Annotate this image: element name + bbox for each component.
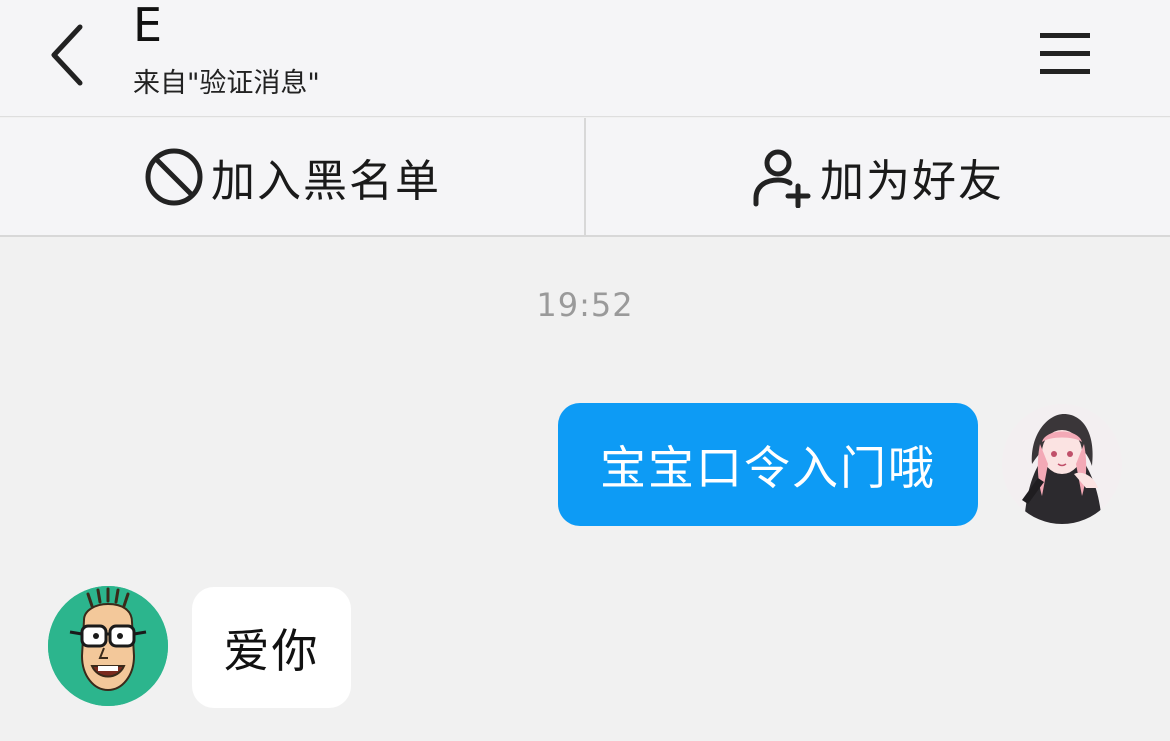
back-button[interactable]: [36, 20, 96, 90]
chat-screen: E 来自"验证消息" 加入黑名单 加为好友 19:52 宝宝口令入门哦 爱你: [0, 0, 1170, 741]
hamburger-menu-icon: [1040, 33, 1090, 74]
contact-avatar[interactable]: [48, 586, 168, 706]
add-friend-button-label: 加为好友: [820, 155, 1004, 207]
add-friend-button[interactable]: 加为好友: [586, 118, 1170, 235]
block-icon: [145, 148, 203, 205]
chevron-left-icon: [51, 24, 83, 86]
anime-avatar-image: [1002, 404, 1122, 524]
cartoon-face-avatar-image: [48, 586, 168, 706]
contact-source: 来自"验证消息": [133, 68, 320, 99]
self-avatar[interactable]: [1002, 404, 1122, 524]
message-timestamp: 19:52: [536, 286, 634, 324]
incoming-message-bubble[interactable]: 爱你: [192, 587, 351, 708]
block-button[interactable]: 加入黑名单: [0, 118, 586, 235]
outgoing-message-bubble[interactable]: 宝宝口令入门哦: [558, 403, 978, 526]
menu-button[interactable]: [1030, 24, 1100, 84]
top-bar: E 来自"验证消息": [0, 0, 1170, 117]
action-bar: 加入黑名单 加为好友: [0, 118, 1170, 237]
contact-name: E: [133, 0, 163, 52]
add-user-icon: [753, 149, 811, 208]
block-button-label: 加入黑名单: [211, 155, 441, 207]
